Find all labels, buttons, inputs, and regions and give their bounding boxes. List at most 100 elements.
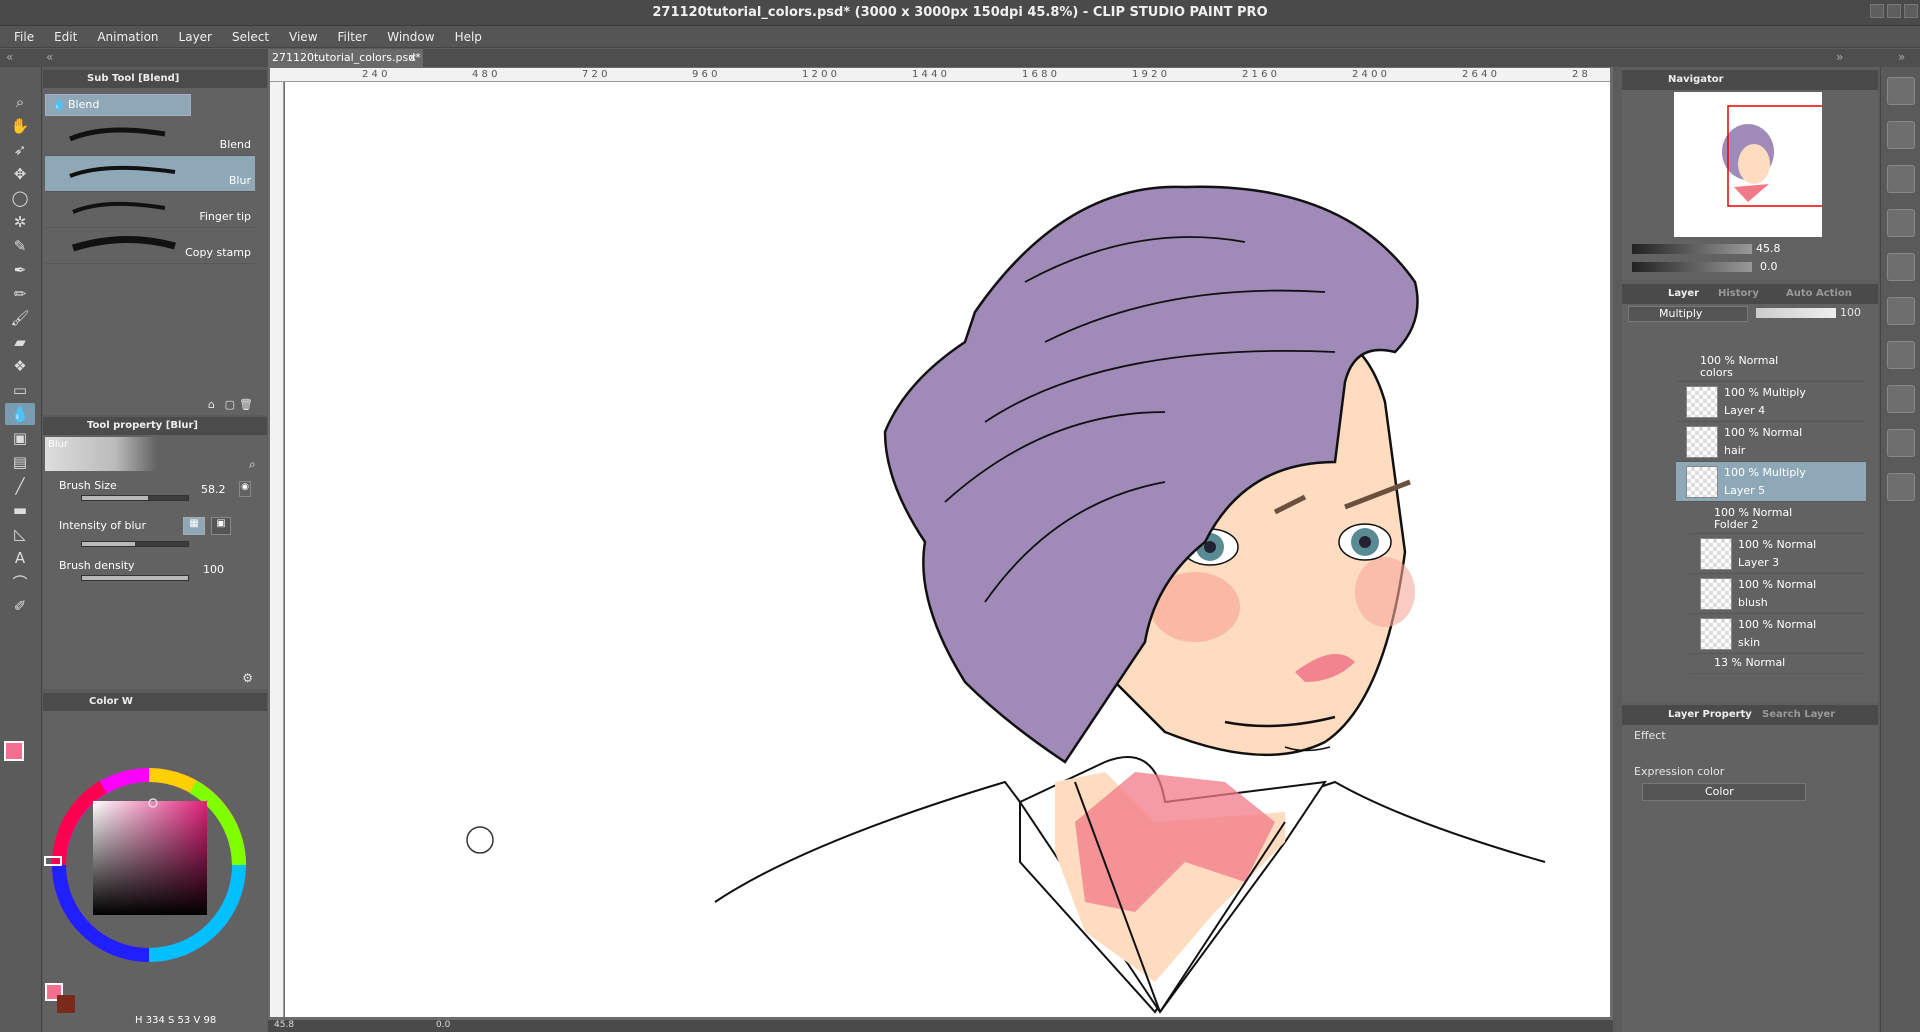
- fill-tool-icon[interactable]: ▣: [5, 427, 35, 449]
- sub-view-icon[interactable]: [1887, 253, 1915, 281]
- menu-animation[interactable]: Animation: [87, 26, 168, 48]
- menu-filter[interactable]: Filter: [328, 26, 378, 48]
- menu-help[interactable]: Help: [445, 26, 492, 48]
- frame-tool-icon[interactable]: ▬: [5, 499, 35, 521]
- close-button[interactable]: [1904, 4, 1918, 18]
- blend-tool-icon[interactable]: 💧: [5, 403, 35, 425]
- zoom-tool-icon[interactable]: ⌕: [5, 91, 35, 113]
- delete-subtool-icon[interactable]: 🗑: [239, 398, 253, 411]
- navigator-tab[interactable]: Navigator: [1668, 70, 1724, 90]
- drop-icon: 💧: [52, 98, 66, 111]
- tab-layer[interactable]: Layer: [1668, 284, 1699, 304]
- menu-window[interactable]: Window: [377, 26, 444, 48]
- opacity-slider[interactable]: [1756, 308, 1836, 318]
- expand-strip-icon[interactable]: »: [1898, 50, 1905, 64]
- text-tool-icon[interactable]: A: [5, 547, 35, 569]
- figure-tool-icon[interactable]: ╱: [5, 475, 35, 497]
- hand-tool-icon[interactable]: ✋: [5, 115, 35, 137]
- expression-color-label: Expression color: [1634, 765, 1725, 778]
- intensity-slider[interactable]: [81, 541, 189, 547]
- close-tab-icon[interactable]: ×: [408, 49, 417, 67]
- correct-line-tool-icon[interactable]: ✐: [5, 595, 35, 617]
- tool-settings-icon[interactable]: ⚙: [242, 671, 253, 685]
- brush-finger-tip[interactable]: Finger tip: [45, 192, 255, 228]
- expression-color-select[interactable]: Color: [1642, 783, 1806, 801]
- document-tab[interactable]: 271120tutorial_colors.psd* ×: [268, 49, 423, 67]
- layer-row[interactable]: 100 % Normal colors: [1676, 350, 1866, 382]
- item-bank-icon[interactable]: [1887, 121, 1915, 149]
- brush-preview: Blur: [45, 437, 185, 471]
- gradient-tool-icon[interactable]: ▤: [5, 451, 35, 473]
- eyedropper-tool-icon[interactable]: ✎: [5, 235, 35, 257]
- layer-search-icon[interactable]: [1887, 385, 1915, 413]
- tab-search-layer[interactable]: Search Layer: [1762, 705, 1835, 725]
- layer-row[interactable]: 100 % Normal blush: [1690, 574, 1866, 614]
- layer-row[interactable]: 13 % Normal: [1690, 654, 1866, 674]
- blend-mode-select[interactable]: Multiply: [1628, 306, 1748, 322]
- color-wheel-tab[interactable]: Color W: [89, 696, 133, 707]
- operation-tool-icon[interactable]: ➶: [5, 139, 35, 161]
- image-icon[interactable]: [1887, 341, 1915, 369]
- menu-layer[interactable]: Layer: [169, 26, 222, 48]
- settings-icon[interactable]: [1887, 473, 1915, 501]
- new-subtool-icon[interactable]: ▢: [225, 398, 235, 411]
- minimize-button[interactable]: [1870, 4, 1884, 18]
- zoom-preview-icon[interactable]: ⌕: [249, 457, 256, 472]
- opacity-value[interactable]: 100: [1840, 306, 1861, 319]
- quick-access-icon[interactable]: [1887, 165, 1915, 193]
- pressure-icon[interactable]: ◉: [239, 481, 251, 497]
- tool-icon[interactable]: [1887, 209, 1915, 237]
- add-subtool-icon[interactable]: ⌂: [208, 398, 215, 411]
- tab-auto-action[interactable]: Auto Action: [1786, 284, 1852, 304]
- menu-file[interactable]: File: [4, 26, 44, 48]
- eraser-tool-icon[interactable]: ▭: [5, 379, 35, 401]
- layer-row[interactable]: 100 % Normal Layer 3: [1690, 534, 1866, 574]
- layer-ref-icon[interactable]: ▣: [211, 517, 231, 535]
- navigator-preview[interactable]: [1674, 92, 1870, 237]
- brush-tool-icon[interactable]: 🖌: [5, 307, 35, 329]
- airbrush-tool-icon[interactable]: ▰: [5, 331, 35, 353]
- maximize-button[interactable]: [1887, 4, 1901, 18]
- lasso-tool-icon[interactable]: ◯: [5, 187, 35, 209]
- material-icon[interactable]: [1887, 77, 1915, 105]
- brush-size-value[interactable]: 58.2: [201, 483, 226, 496]
- pen-tool-icon[interactable]: ✒: [5, 259, 35, 281]
- rotate-slider[interactable]: [1632, 262, 1752, 272]
- color-wheel[interactable]: [43, 759, 267, 979]
- move-layer-tool-icon[interactable]: ✥: [5, 163, 35, 185]
- layer-row-selected[interactable]: 100 % Multiply Layer 5: [1676, 462, 1866, 502]
- animation-icon[interactable]: [1887, 297, 1915, 325]
- subtool-group-tab[interactable]: 💧 Blend: [45, 94, 191, 116]
- ruler-tool-icon[interactable]: ◺: [5, 523, 35, 545]
- tab-history[interactable]: History: [1718, 284, 1759, 304]
- layer-row[interactable]: 100 % Normal hair: [1676, 422, 1866, 462]
- pencil-tool-icon[interactable]: ✏: [5, 283, 35, 305]
- brush-density-slider[interactable]: [81, 575, 189, 581]
- decoration-tool-icon[interactable]: ❖: [5, 355, 35, 377]
- brush-blend[interactable]: Blend: [45, 120, 255, 156]
- angle-readout[interactable]: 0.0: [436, 1020, 450, 1030]
- brush-density-value[interactable]: 100: [203, 563, 224, 576]
- background-color-swatch[interactable]: [57, 995, 75, 1013]
- brush-blur[interactable]: Blur: [45, 156, 255, 192]
- zoom-slider[interactable]: [1632, 244, 1752, 254]
- menu-edit[interactable]: Edit: [44, 26, 87, 48]
- auto-select-tool-icon[interactable]: ✲: [5, 211, 35, 233]
- zoom-readout[interactable]: 45.8: [274, 1020, 294, 1030]
- balloon-tool-icon[interactable]: ⌒: [5, 571, 35, 593]
- brush-size-slider[interactable]: [81, 495, 189, 501]
- brush-copy-stamp[interactable]: Copy stamp: [45, 228, 255, 264]
- drawing-canvas[interactable]: [285, 82, 1610, 1017]
- menu-select[interactable]: Select: [222, 26, 279, 48]
- tab-layer-property[interactable]: Layer Property: [1668, 705, 1752, 725]
- main-color-swatch[interactable]: [4, 741, 24, 761]
- layer-row[interactable]: 100 % Normal Folder 2: [1690, 502, 1866, 534]
- collapse-right-icon[interactable]: »: [1836, 50, 1843, 64]
- layer-row[interactable]: 100 % Multiply Layer 4: [1676, 382, 1866, 422]
- collapse-panel-icon[interactable]: «: [46, 50, 53, 64]
- menu-view[interactable]: View: [279, 26, 327, 48]
- collapse-left-icon[interactable]: «: [6, 50, 13, 64]
- camera-icon[interactable]: [1887, 429, 1915, 457]
- layer-row[interactable]: 100 % Normal skin: [1690, 614, 1866, 654]
- calendar-icon[interactable]: ▦: [183, 517, 205, 535]
